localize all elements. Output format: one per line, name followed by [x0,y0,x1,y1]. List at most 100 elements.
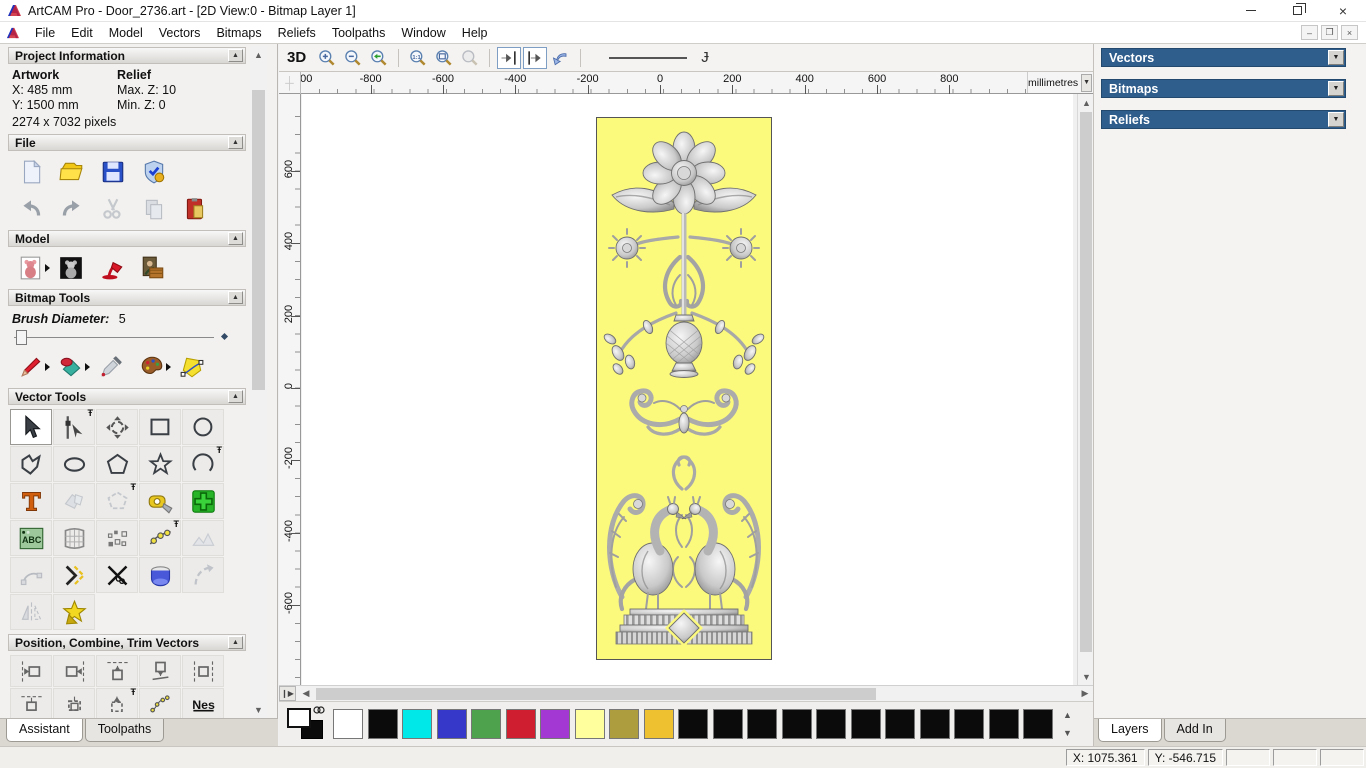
circle-button[interactable] [182,409,224,445]
expand-reliefs-button[interactable]: ▼ [1328,112,1344,127]
menu-file[interactable]: File [27,24,63,42]
restore-button[interactable] [1274,0,1320,22]
tab-toolpaths[interactable]: Toolpaths [84,719,165,742]
primary-colour[interactable] [287,708,311,728]
colour-swatch-20[interactable] [1023,709,1053,739]
tab-add-in[interactable]: Add In [1163,719,1226,742]
select-button[interactable] [10,409,52,445]
zoom-one-button[interactable]: 1:1 [406,47,430,69]
align-top2-button[interactable] [10,688,52,718]
toggle-3d-view-button[interactable]: 3D [287,49,306,66]
mdi-minimize-button[interactable]: – [1301,25,1318,40]
align-mid-button[interactable] [53,688,95,718]
colour-swatch-14[interactable] [816,709,846,739]
collapse-project-info-button[interactable]: ▲ [228,49,243,62]
tab-assistant[interactable]: Assistant [6,719,83,742]
zoom-out-button[interactable] [341,47,365,69]
colour-swatch-4[interactable] [471,709,501,739]
invert-model-button[interactable] [50,251,91,284]
scatter-button[interactable] [139,688,181,718]
mdi-close-button[interactable]: × [1341,25,1358,40]
trim-button[interactable] [96,557,138,593]
undo-button[interactable] [10,192,51,225]
canvas-horizontal-scrollbar[interactable]: ❙▶ ◀ ▶ [279,685,1093,701]
zoom-previous-button[interactable] [367,47,391,69]
relief-artwork[interactable] [596,117,772,660]
scroll-down-icon[interactable]: ▼ [250,701,267,718]
block-copy-button[interactable] [96,520,138,556]
menu-model[interactable]: Model [101,24,151,42]
vector-doctor-button[interactable] [182,483,224,519]
scrollbar-thumb[interactable] [252,90,265,390]
line-width-slider[interactable]: Ɉ [609,49,709,66]
collapse-bitmap-tools-button[interactable]: ▲ [228,291,243,304]
menu-help[interactable]: Help [454,24,496,42]
colour-swatch-6[interactable] [540,709,570,739]
flood-fill-button[interactable] [50,350,91,383]
colour-swatch-9[interactable] [643,709,674,739]
slider-handle[interactable] [16,330,27,345]
mdi-restore-button[interactable]: ❐ [1321,25,1338,40]
menu-window[interactable]: Window [393,24,453,42]
colour-swatch-2[interactable] [402,709,432,739]
fit-arcs-button[interactable]: Ŧ [139,519,181,556]
palette-scroll-down-icon[interactable]: ▼ [1060,726,1076,740]
measure-button[interactable] [139,483,181,519]
ruler-units-dropdown[interactable]: ▼ [1081,73,1092,92]
colour-swatch-8[interactable] [609,709,639,739]
menu-vectors[interactable]: Vectors [151,24,209,42]
save-file-button[interactable] [92,155,133,188]
colour-swatch-10[interactable] [678,709,708,739]
bitmap-to-vector-button[interactable] [171,350,212,383]
colour-swatch-7[interactable] [574,709,605,739]
snap-in-button[interactable] [497,46,522,69]
zoom-in-button[interactable] [315,47,339,69]
snap-out-button[interactable] [523,46,548,69]
panel-toggle-button[interactable]: ❙▶ [279,686,296,701]
collapse-file-button[interactable]: ▲ [228,136,243,149]
menu-bitmaps[interactable]: Bitmaps [208,24,269,42]
star-button[interactable] [139,446,181,482]
redo-button[interactable] [51,192,92,225]
colour-swatch-16[interactable] [885,709,915,739]
node-edit-button[interactable]: Ŧ [53,408,95,445]
tab-layers[interactable]: Layers [1098,719,1162,742]
rectangle-button[interactable] [139,409,181,445]
colour-swatch-19[interactable] [988,709,1019,739]
text-button[interactable] [10,483,52,519]
transform-button[interactable] [96,409,138,445]
scroll-left-icon[interactable]: ◀ [298,686,314,701]
text-abc-button[interactable]: ABC [10,520,52,556]
extrude-button[interactable] [139,557,181,593]
scrollbar-thumb[interactable] [316,687,876,700]
minimize-button[interactable] [1228,0,1274,22]
pan-view-button[interactable] [549,47,573,69]
model-check-button[interactable] [133,155,174,188]
align-pin-button[interactable]: Ŧ [96,687,138,718]
colour-swatch-15[interactable] [850,709,881,739]
align-center-button[interactable] [182,655,224,687]
align-top-button[interactable] [96,655,138,687]
zoom-fit-button[interactable] [432,47,456,69]
brush-diameter-slider[interactable] [6,328,250,348]
primary-secondary-colour-selector[interactable] [285,705,327,743]
envelope-button[interactable] [53,520,95,556]
menu-edit[interactable]: Edit [63,24,101,42]
palette-scroll-up-icon[interactable]: ▲ [1060,708,1076,722]
freehand-button[interactable] [10,446,52,482]
colour-swatch-12[interactable] [747,709,777,739]
canvas-vertical-scrollbar[interactable]: ▲ ▼ [1077,94,1095,685]
assistant-scrollbar[interactable]: ▲ ▼ [250,46,267,718]
load-relief-button[interactable] [174,192,215,225]
collapse-position-button[interactable]: ▲ [228,636,243,649]
new-file-button[interactable] [10,155,51,188]
colour-swatch-11[interactable] [712,709,743,739]
collapse-model-button[interactable]: ▲ [228,232,243,245]
offset-button[interactable] [53,557,95,593]
collapse-vector-tools-button[interactable]: ▲ [228,390,243,403]
colour-swatch-13[interactable] [781,709,812,739]
colour-swatch-0[interactable] [333,709,363,739]
colour-swatch-5[interactable] [505,709,536,739]
scroll-right-icon[interactable]: ▶ [1077,686,1093,701]
open-file-button[interactable] [51,155,92,188]
